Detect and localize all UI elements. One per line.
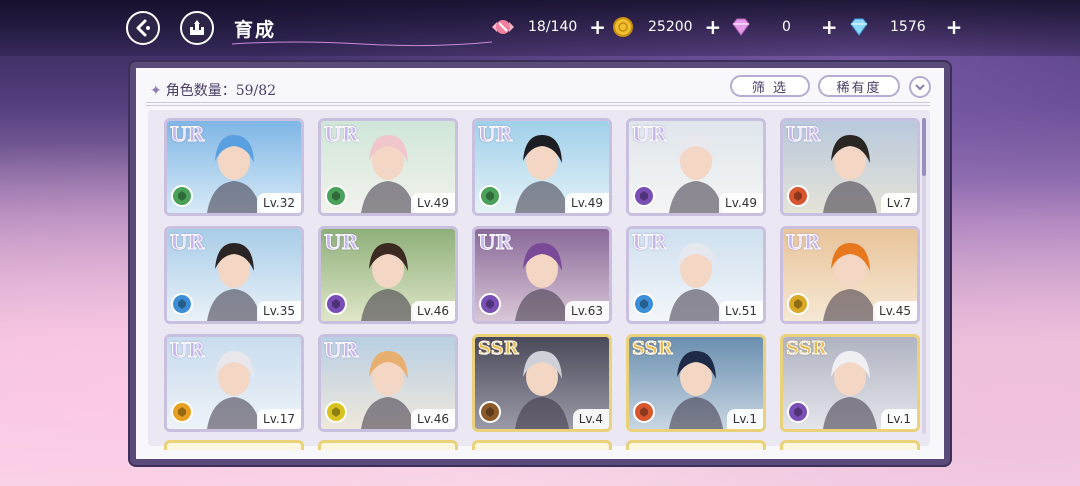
rarity-badge: SSR bbox=[478, 338, 520, 360]
attribute-icon bbox=[633, 401, 655, 423]
level-label: Lv.46 bbox=[411, 409, 455, 429]
rarity-badge: UR bbox=[169, 122, 205, 147]
title-decoration bbox=[232, 41, 492, 47]
next-row-card[interactable] bbox=[318, 440, 458, 450]
attribute-icon bbox=[787, 293, 809, 315]
character-card[interactable]: UR Lv.46 bbox=[318, 334, 458, 432]
attribute-icon bbox=[479, 401, 501, 423]
castle-home-icon bbox=[190, 20, 204, 35]
rarity-badge: UR bbox=[323, 338, 359, 363]
candy-resource: 18/140 + bbox=[490, 14, 606, 40]
character-card[interactable]: UR Lv.32 bbox=[164, 118, 304, 216]
rarity-badge: UR bbox=[785, 122, 821, 147]
rarity-badge: SSR bbox=[786, 338, 828, 360]
character-card[interactable]: SSR Lv.1 bbox=[780, 334, 920, 432]
character-count: ✦ 角色数量：59/82 bbox=[150, 80, 276, 100]
attribute-icon bbox=[171, 185, 193, 207]
rarity-badge: UR bbox=[323, 122, 359, 147]
level-label: Lv.49 bbox=[565, 193, 609, 213]
level-label: Lv.49 bbox=[719, 193, 763, 213]
rarity-badge: UR bbox=[631, 122, 667, 147]
rarity-badge: UR bbox=[169, 230, 205, 255]
attribute-icon bbox=[787, 185, 809, 207]
rarity-badge: UR bbox=[631, 230, 667, 255]
back-button[interactable] bbox=[126, 11, 160, 45]
chevron-down-icon bbox=[915, 84, 925, 91]
pink-gem-resource: 0 + bbox=[730, 14, 838, 40]
gold-count: 25200 bbox=[648, 19, 693, 35]
scrollbar-thumb[interactable] bbox=[922, 118, 926, 176]
next-row-card[interactable] bbox=[626, 440, 766, 450]
attribute-icon bbox=[479, 293, 501, 315]
character-card[interactable]: UR Lv.51 bbox=[626, 226, 766, 324]
rarity-badge: SSR bbox=[632, 338, 674, 360]
attribute-icon bbox=[325, 401, 347, 423]
grid-scrollbar[interactable] bbox=[922, 118, 926, 434]
attribute-icon bbox=[325, 293, 347, 315]
sort-order-toggle[interactable] bbox=[909, 76, 931, 98]
sparkle-icon: ✦ bbox=[150, 83, 162, 99]
add-diamond-button[interactable]: + bbox=[946, 17, 963, 37]
rarity-badge: UR bbox=[323, 230, 359, 255]
character-card[interactable]: UR Lv.46 bbox=[318, 226, 458, 324]
attribute-icon bbox=[633, 185, 655, 207]
next-row-card[interactable] bbox=[780, 440, 920, 450]
level-label: Lv.49 bbox=[411, 193, 455, 213]
level-label: Lv.35 bbox=[257, 301, 301, 321]
add-gold-button[interactable]: + bbox=[705, 17, 722, 37]
level-label: Lv.7 bbox=[880, 193, 917, 213]
level-label: Lv.63 bbox=[565, 301, 609, 321]
level-label: Lv.45 bbox=[873, 301, 917, 321]
rarity-badge: UR bbox=[169, 338, 205, 363]
filter-button[interactable]: 筛 选 bbox=[730, 75, 810, 97]
character-card[interactable]: UR Lv.49 bbox=[472, 118, 612, 216]
back-arrow-icon bbox=[136, 19, 150, 37]
rarity-badge: UR bbox=[477, 122, 513, 147]
character-card[interactable]: UR Lv.17 bbox=[164, 334, 304, 432]
character-count-text: 角色数量：59/82 bbox=[165, 83, 277, 99]
add-candy-button[interactable]: + bbox=[589, 17, 606, 37]
character-card[interactable]: UR Lv.35 bbox=[164, 226, 304, 324]
level-label: Lv.32 bbox=[257, 193, 301, 213]
character-card[interactable]: UR Lv.45 bbox=[780, 226, 920, 324]
gold-resource: 25200 + bbox=[612, 14, 721, 40]
next-row-card[interactable] bbox=[472, 440, 612, 450]
level-label: Lv.1 bbox=[880, 409, 917, 429]
character-card[interactable]: UR Lv.49 bbox=[626, 118, 766, 216]
rarity-badge: UR bbox=[785, 230, 821, 255]
attribute-icon bbox=[171, 293, 193, 315]
diamond-icon bbox=[850, 18, 868, 36]
candy-icon bbox=[492, 20, 514, 34]
level-label: Lv.17 bbox=[257, 409, 301, 429]
next-row-card[interactable] bbox=[164, 440, 304, 450]
diamond-resource: 1576 + bbox=[848, 14, 962, 40]
header-divider bbox=[146, 102, 930, 106]
home-button[interactable] bbox=[180, 11, 214, 45]
gold-coin-icon bbox=[613, 17, 633, 37]
character-card[interactable]: UR Lv.63 bbox=[472, 226, 612, 324]
level-label: Lv.51 bbox=[719, 301, 763, 321]
character-card[interactable]: UR Lv.7 bbox=[780, 118, 920, 216]
diamond-count: 1576 bbox=[890, 19, 926, 35]
rarity-badge: UR bbox=[477, 230, 513, 255]
level-label: Lv.4 bbox=[572, 409, 609, 429]
candy-count: 18/140 bbox=[528, 19, 578, 35]
pink-gem-icon bbox=[732, 18, 750, 36]
sort-rarity-button[interactable]: 稀有度 bbox=[818, 75, 900, 97]
attribute-icon bbox=[171, 401, 193, 423]
level-label: Lv.1 bbox=[726, 409, 763, 429]
attribute-icon bbox=[479, 185, 501, 207]
attribute-icon bbox=[633, 293, 655, 315]
character-card[interactable]: SSR Lv.1 bbox=[626, 334, 766, 432]
character-card[interactable]: SSR Lv.4 bbox=[472, 334, 612, 432]
attribute-icon bbox=[325, 185, 347, 207]
level-label: Lv.46 bbox=[411, 301, 455, 321]
pink-gem-count: 0 bbox=[782, 19, 791, 35]
attribute-icon bbox=[787, 401, 809, 423]
character-card[interactable]: UR Lv.49 bbox=[318, 118, 458, 216]
add-pink-gem-button[interactable]: + bbox=[821, 17, 838, 37]
